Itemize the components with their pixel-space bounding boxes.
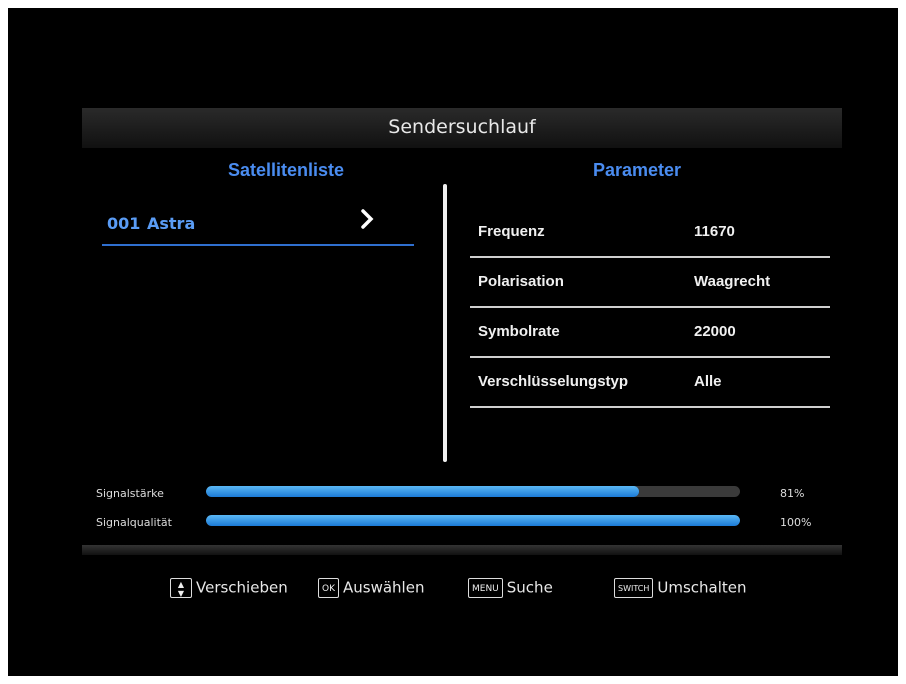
parameter-list: Frequenz 11670 Polarisation Waagrecht Sy…	[470, 208, 830, 408]
param-value: Alle	[694, 373, 722, 390]
param-row-frequency[interactable]: Frequenz 11670	[470, 208, 830, 258]
satellite-number: 001	[107, 214, 141, 233]
satellite-name: Astra	[147, 214, 196, 233]
column-divider	[443, 184, 447, 462]
signal-strength-percent: 81%	[780, 487, 805, 500]
hint-label: Auswählen	[343, 578, 425, 597]
signal-strength-fill	[206, 486, 639, 497]
menu-key-icon: MENU	[468, 578, 503, 598]
parameter-heading: Parameter	[593, 160, 682, 180]
signal-quality-fill	[206, 515, 740, 526]
hint-move[interactable]: ▲ ▼ Verschieben	[170, 578, 288, 598]
signal-strength-bar	[206, 486, 740, 497]
hint-select[interactable]: OK Auswählen	[318, 578, 424, 598]
hint-label: Umschalten	[657, 578, 747, 597]
param-row-encryption[interactable]: Verschlüsselungstyp Alle	[470, 358, 830, 408]
param-row-polarisation[interactable]: Polarisation Waagrecht	[470, 258, 830, 308]
param-label: Verschlüsselungstyp	[478, 373, 629, 390]
footer-separator	[82, 545, 842, 555]
footer-hints: ▲ ▼ Verschieben OK Auswählen MENU Suche SWIT…	[82, 570, 842, 608]
ok-key-icon: OK	[318, 578, 339, 598]
param-value: Waagrecht	[694, 273, 771, 290]
satellite-list-item[interactable]: 001 Astra	[102, 208, 414, 246]
hint-label: Verschieben	[196, 578, 288, 597]
signal-quality-label: Signalqualität	[96, 516, 172, 529]
param-label: Symbolrate	[478, 323, 560, 340]
satellite-list-heading: Satellitenliste	[228, 160, 345, 180]
chevron-right-icon	[360, 208, 374, 236]
page-title: Sendersuchlauf	[82, 108, 842, 148]
signal-strength-label: Signalstärke	[96, 487, 164, 500]
param-row-symbolrate[interactable]: Symbolrate 22000	[470, 308, 830, 358]
param-value: 11670	[694, 223, 735, 240]
switch-key-icon: SWITCH	[614, 578, 654, 598]
signal-quality-bar	[206, 515, 740, 526]
channel-search-panel: Sendersuchlauf Satellitenliste Parameter…	[82, 108, 842, 608]
signal-quality-percent: 100%	[780, 516, 812, 529]
hint-switch[interactable]: SWITCH Umschalten	[614, 578, 747, 598]
hint-search[interactable]: MENU Suche	[468, 578, 553, 598]
tv-screen: Sendersuchlauf Satellitenliste Parameter…	[8, 8, 898, 676]
hint-label: Suche	[506, 578, 553, 597]
up-down-arrows-key-icon: ▲ ▼	[170, 578, 192, 598]
param-label: Frequenz	[478, 223, 545, 240]
param-value: 22000	[694, 323, 736, 340]
param-label: Polarisation	[478, 273, 564, 290]
